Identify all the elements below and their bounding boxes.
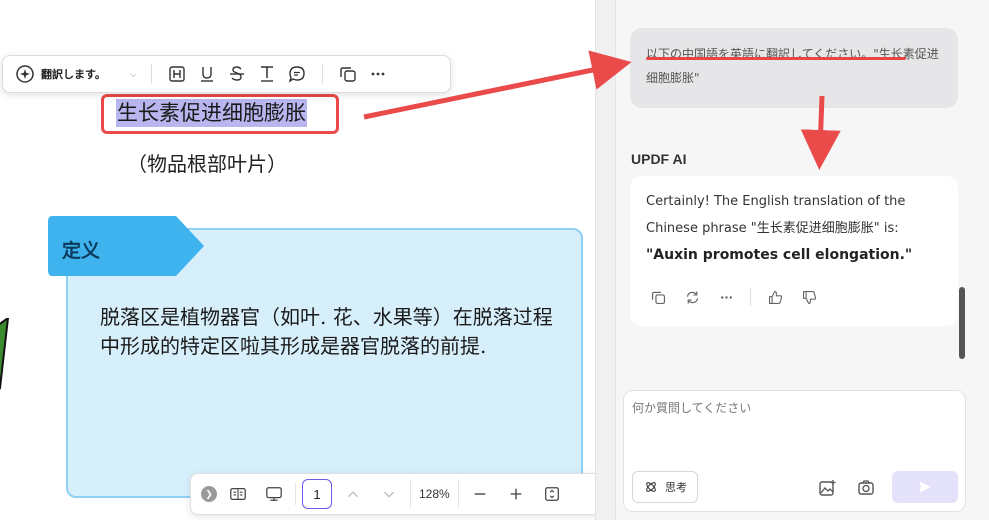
highlight-box: [101, 94, 339, 134]
presentation-icon: [266, 487, 282, 501]
text-icon: [260, 66, 273, 82]
send-icon: [919, 481, 931, 493]
think-label: 思考: [665, 481, 687, 494]
think-toggle-button[interactable]: 思考: [632, 471, 698, 503]
thumbs-up-icon: [768, 290, 782, 304]
comment-icon: [288, 66, 305, 83]
response-answer: "Auxin promotes cell elongation.": [646, 247, 913, 263]
underline-icon: [200, 67, 213, 82]
response-line-2: Chinese phrase "生长素促进细胞膨胀" is:: [646, 221, 899, 236]
screenshot-icon: [858, 480, 874, 495]
thumbs-up-button[interactable]: [761, 284, 789, 310]
regenerate-icon: [686, 291, 698, 303]
underline-button[interactable]: [192, 60, 222, 88]
definition-tag-label: 定义: [62, 240, 101, 262]
screenshot-button[interactable]: [853, 475, 879, 501]
panel-scrollbar[interactable]: [959, 287, 965, 359]
more-actions-button[interactable]: [712, 284, 740, 310]
toolbar-divider: [321, 64, 323, 84]
copy-icon: [340, 67, 356, 82]
toolbar-divider: [150, 64, 152, 84]
collapse-icon[interactable]: ❯: [201, 486, 217, 502]
definition-body-text: 脱落区是植物器官（如叶. 花、水果等）在脱落过程中形成的特定区啦其形成是器官脱落…: [100, 305, 553, 358]
reading-mode-icon: [230, 487, 246, 501]
highlight-icon: [169, 66, 185, 82]
zoom-in-button[interactable]: [501, 479, 531, 509]
chat-input-box: 思考: [623, 390, 966, 512]
selection-toolbar: 翻訳します。 ⌵: [2, 55, 451, 93]
copy-button[interactable]: [333, 60, 363, 88]
reading-mode-button[interactable]: [223, 479, 253, 509]
translate-label: 翻訳します。: [41, 68, 106, 81]
page-number-input[interactable]: 1: [302, 479, 332, 509]
more-icon: [371, 72, 385, 76]
zoom-out-icon: [474, 493, 486, 495]
thumbs-down-icon: [802, 290, 816, 304]
thumbs-down-button[interactable]: [795, 284, 823, 310]
assistant-name: UPDF AI: [631, 151, 687, 167]
strikethrough-icon: [229, 66, 244, 81]
page-navigation-toolbar: ❯ 1 128%: [190, 473, 609, 515]
regenerate-button[interactable]: [678, 284, 706, 310]
zoom-in-icon: [510, 488, 522, 500]
send-button[interactable]: [892, 471, 958, 503]
chat-input[interactable]: [632, 399, 957, 459]
green-shape-decoration: [0, 318, 10, 390]
fit-page-button[interactable]: [537, 479, 567, 509]
panel-splitter[interactable]: [595, 0, 615, 520]
highlight-button[interactable]: [162, 60, 192, 88]
assistant-response-card: Certainly! The English translation of th…: [630, 176, 958, 326]
response-actions: [644, 284, 823, 310]
zoom-level[interactable]: 128%: [410, 479, 459, 509]
copy-response-button[interactable]: [644, 284, 672, 310]
response-line-1: Certainly! The English translation of th…: [646, 194, 906, 209]
toolbar-divider: [295, 483, 296, 505]
actions-divider: [750, 288, 751, 306]
more-button[interactable]: [363, 60, 393, 88]
strikethrough-button[interactable]: [222, 60, 252, 88]
user-message-text: 以下の中国語を英語に翻訳してください。"生长素促进细胞膨胀": [646, 47, 939, 85]
image-upload-button[interactable]: [814, 475, 840, 501]
translate-button[interactable]: 翻訳します。 ⌵: [11, 60, 141, 88]
next-page-button[interactable]: [374, 479, 404, 509]
user-message-underline: [646, 57, 906, 60]
presentation-button[interactable]: [259, 479, 289, 509]
subtitle-text: （物品根部叶片）: [127, 152, 287, 176]
previous-page-button[interactable]: [338, 479, 368, 509]
think-icon: [646, 482, 656, 492]
copy-icon: [651, 291, 665, 304]
page-up-icon: [348, 491, 358, 498]
user-message-bubble: 以下の中国語を英語に翻訳してください。"生长素促进细胞膨胀": [630, 28, 958, 108]
page-down-icon: [384, 491, 394, 498]
more-icon: [720, 295, 732, 299]
image-upload-icon: [819, 480, 836, 496]
chevron-down-icon[interactable]: ⌵: [130, 69, 137, 80]
zoom-out-button[interactable]: [465, 479, 495, 509]
translate-icon: [16, 65, 34, 83]
text-button[interactable]: [252, 60, 282, 88]
fit-page-icon: [544, 487, 559, 501]
comment-button[interactable]: [282, 60, 312, 88]
